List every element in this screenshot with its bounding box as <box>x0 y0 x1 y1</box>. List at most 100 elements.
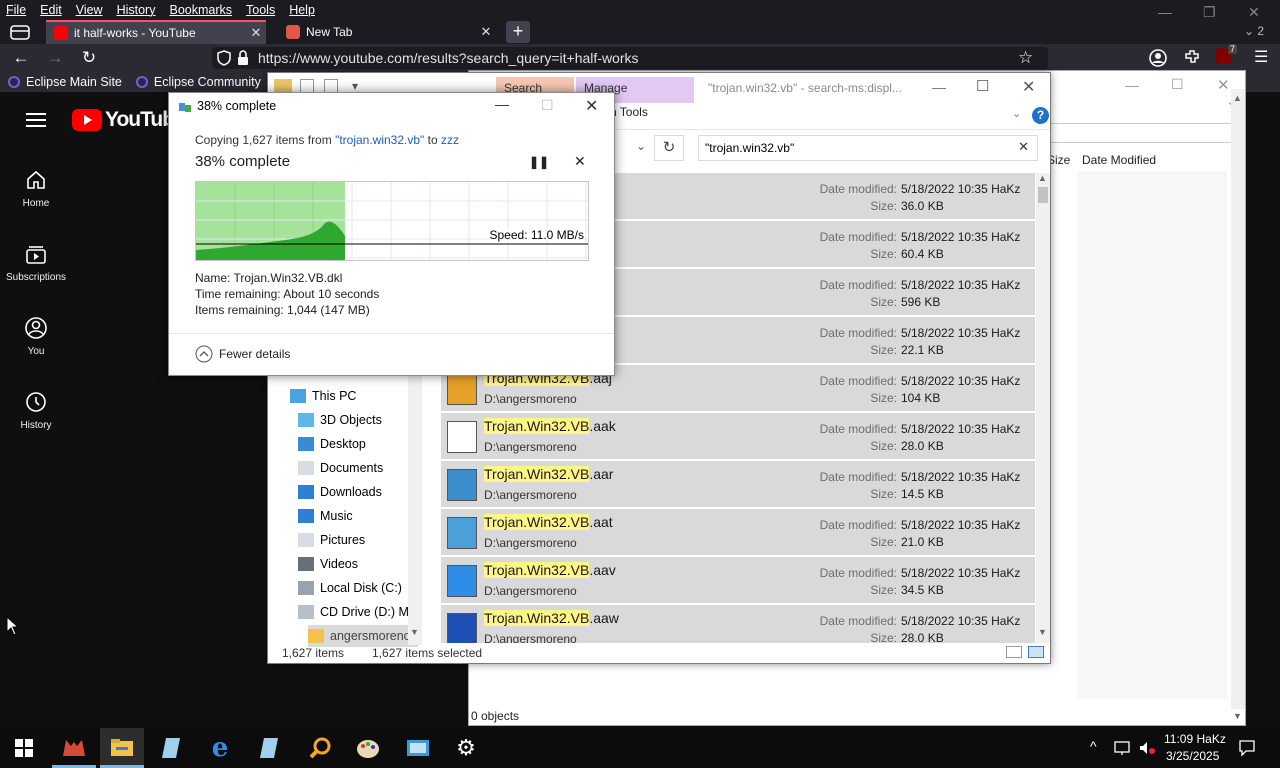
network-icon[interactable] <box>1114 740 1132 759</box>
scroll-up-icon[interactable]: ▲ <box>1233 93 1242 103</box>
cancel-copy-icon[interactable]: ✕ <box>574 153 586 170</box>
search-result-row[interactable]: Trojan.Win32.VB.aav D:\angersmoreno Date m… <box>441 557 1035 604</box>
tab-overview-icon[interactable] <box>8 22 32 42</box>
scroll-thumb[interactable] <box>1038 187 1048 203</box>
hamburger-menu-icon[interactable]: ☰ <box>1254 47 1268 67</box>
minimize-icon[interactable]: — <box>495 96 509 112</box>
menu-history[interactable]: History <box>117 3 156 17</box>
menu-tools[interactable]: Tools <box>246 3 275 17</box>
bookmark-star-icon[interactable]: ☆ <box>1018 48 1033 68</box>
bookmark-eclipse-community[interactable]: Eclipse Community <box>135 75 261 89</box>
new-tab-button[interactable]: + <box>506 21 530 43</box>
search-result-row[interactable]: Trojan.Win32.VB.aat D:\angersmoreno Date m… <box>441 509 1035 556</box>
taskbar-file-explorer[interactable] <box>100 728 144 768</box>
show-hidden-icons-chevron-icon[interactable]: ^ <box>1090 738 1097 754</box>
copy-progress-dialog[interactable]: 38% complete — ☐ ✕ Copying 1,627 items f… <box>168 92 615 376</box>
nav-pane-item[interactable]: Music <box>298 505 353 527</box>
minimize-icon[interactable]: — <box>1125 77 1139 93</box>
pause-icon[interactable]: ❚❚ <box>529 155 549 169</box>
close-tab-icon[interactable]: ✕ <box>246 25 266 41</box>
tab-youtube[interactable]: it half-works - YouTube ✕ <box>46 20 266 44</box>
copy-source-link[interactable]: "trojan.win32.vb" <box>335 133 424 147</box>
nav-pane-scrollbar[interactable]: ▼ <box>408 373 422 645</box>
menu-edit[interactable]: Edit <box>40 3 62 17</box>
nav-pane-item[interactable]: Downloads <box>298 481 382 503</box>
tiles-view-icon[interactable] <box>1028 646 1044 658</box>
close-icon[interactable]: ✕ <box>1022 77 1035 97</box>
scroll-down-icon[interactable]: ▼ <box>1038 627 1047 637</box>
tracking-shield-icon[interactable] <box>216 49 232 70</box>
close-icon[interactable]: ✕ <box>1217 76 1230 94</box>
refresh-icon[interactable]: ↻ <box>654 135 684 161</box>
maximize-icon[interactable]: ☐ <box>976 77 989 95</box>
lock-icon[interactable] <box>236 49 250 70</box>
maximize-icon[interactable]: ☐ <box>1171 76 1184 93</box>
restore-icon[interactable]: ❐ <box>1203 4 1216 21</box>
account-icon[interactable] <box>1148 48 1168 71</box>
nav-pane-item[interactable]: 3D Objects <box>298 409 382 431</box>
customize-qat-icon[interactable]: ▾ <box>352 79 358 93</box>
taskbar-settings[interactable]: ⚙ <box>444 728 488 768</box>
close-window-icon[interactable]: ✕ <box>1248 4 1260 21</box>
address-dropdown-icon[interactable]: ⌄ <box>636 139 646 153</box>
hamburger-icon[interactable] <box>26 112 46 131</box>
menu-file[interactable]: File <box>6 3 26 17</box>
column-size[interactable]: Size <box>1047 153 1081 167</box>
action-center-icon[interactable] <box>1238 739 1256 760</box>
taskbar-firefox[interactable] <box>52 728 96 768</box>
nav-pane-item[interactable]: Desktop <box>298 433 366 455</box>
back-arrow-icon[interactable]: ← <box>4 48 38 68</box>
search-result-row[interactable]: Trojan.Win32.VB.aak D:\angersmoreno Date m… <box>441 413 1035 460</box>
tab-new-tab[interactable]: New Tab ✕ <box>278 20 496 44</box>
volume-muted-icon[interactable] <box>1138 740 1156 759</box>
minimize-icon[interactable]: — <box>932 79 946 95</box>
forward-arrow-icon[interactable]: → <box>38 48 72 68</box>
nav-pane-item[interactable]: CD Drive (D:) Mo <box>298 601 416 623</box>
yt-nav-home[interactable]: Home <box>0 168 72 209</box>
nav-pane-item[interactable]: Videos <box>298 553 358 575</box>
tab-list-button[interactable]: ⌄ 2 <box>1244 24 1264 38</box>
bg-search-box[interactable] <box>1049 123 1243 143</box>
start-button[interactable] <box>2 728 46 768</box>
search-result-row[interactable]: Trojan.Win32.VB.aaw D:\angersmoreno Date m… <box>441 605 1035 643</box>
menu-bookmarks[interactable]: Bookmarks <box>169 3 232 17</box>
results-scrollbar[interactable]: ▲ ▼ <box>1036 173 1050 643</box>
scroll-down-icon[interactable]: ▼ <box>410 627 419 637</box>
nav-pane-item[interactable]: Local Disk (C:) <box>298 577 402 599</box>
details-view-icon[interactable] <box>1006 646 1022 658</box>
copy-destination-link[interactable]: zzz <box>441 133 459 147</box>
taskbar-internet-explorer[interactable]: e <box>198 728 242 768</box>
bookmark-eclipse-main[interactable]: Eclipse Main Site <box>8 75 122 89</box>
nav-pane-item[interactable]: Documents <box>298 457 383 479</box>
minimize-icon[interactable]: — <box>1158 4 1172 20</box>
clock-time[interactable]: 11:09 HaKz <box>1164 732 1226 746</box>
nav-pane-item[interactable]: This PC <box>290 385 356 407</box>
search-box[interactable]: "trojan.win32.vb" ✕ <box>698 135 1038 161</box>
yt-nav-history[interactable]: History <box>0 390 72 431</box>
scroll-down-icon[interactable]: ▼ <box>1233 711 1242 721</box>
bg-scrollbar[interactable]: ▲ ▼ <box>1231 89 1245 721</box>
menu-help[interactable]: Help <box>289 3 315 17</box>
help-icon[interactable]: ? <box>1032 107 1049 124</box>
taskbar-control-panel[interactable] <box>396 728 440 768</box>
taskbar-paint[interactable] <box>346 728 390 768</box>
close-icon[interactable]: ✕ <box>585 96 598 116</box>
clock-date[interactable]: 3/25/2025 <box>1166 749 1219 763</box>
fewer-details-button[interactable]: Fewer details <box>195 345 290 363</box>
ribbon-expand-icon[interactable]: ⌄ <box>1012 107 1021 120</box>
nav-pane-item[interactable]: Pictures <box>298 529 365 551</box>
clear-search-icon[interactable]: ✕ <box>1018 139 1029 155</box>
scroll-up-icon[interactable]: ▲ <box>1038 173 1047 183</box>
yt-nav-you[interactable]: You <box>0 316 72 357</box>
taskbar-search-app[interactable] <box>298 728 342 768</box>
taskbar-notepad-2[interactable] <box>248 728 292 768</box>
column-date-modified[interactable]: Date Modified <box>1082 153 1156 167</box>
url-bar[interactable]: https://www.youtube.com/results?search_q… <box>212 47 1048 69</box>
menu-view[interactable]: View <box>76 3 103 17</box>
close-tab-icon[interactable]: ✕ <box>476 24 496 40</box>
extensions-icon[interactable] <box>1182 47 1202 70</box>
search-result-row[interactable]: Trojan.Win32.VB.aar D:\angersmoreno Date m… <box>441 461 1035 508</box>
reload-icon[interactable]: ↻ <box>72 48 106 68</box>
yt-nav-subscriptions[interactable]: Subscriptions <box>0 242 72 283</box>
taskbar-notepad[interactable] <box>150 728 194 768</box>
